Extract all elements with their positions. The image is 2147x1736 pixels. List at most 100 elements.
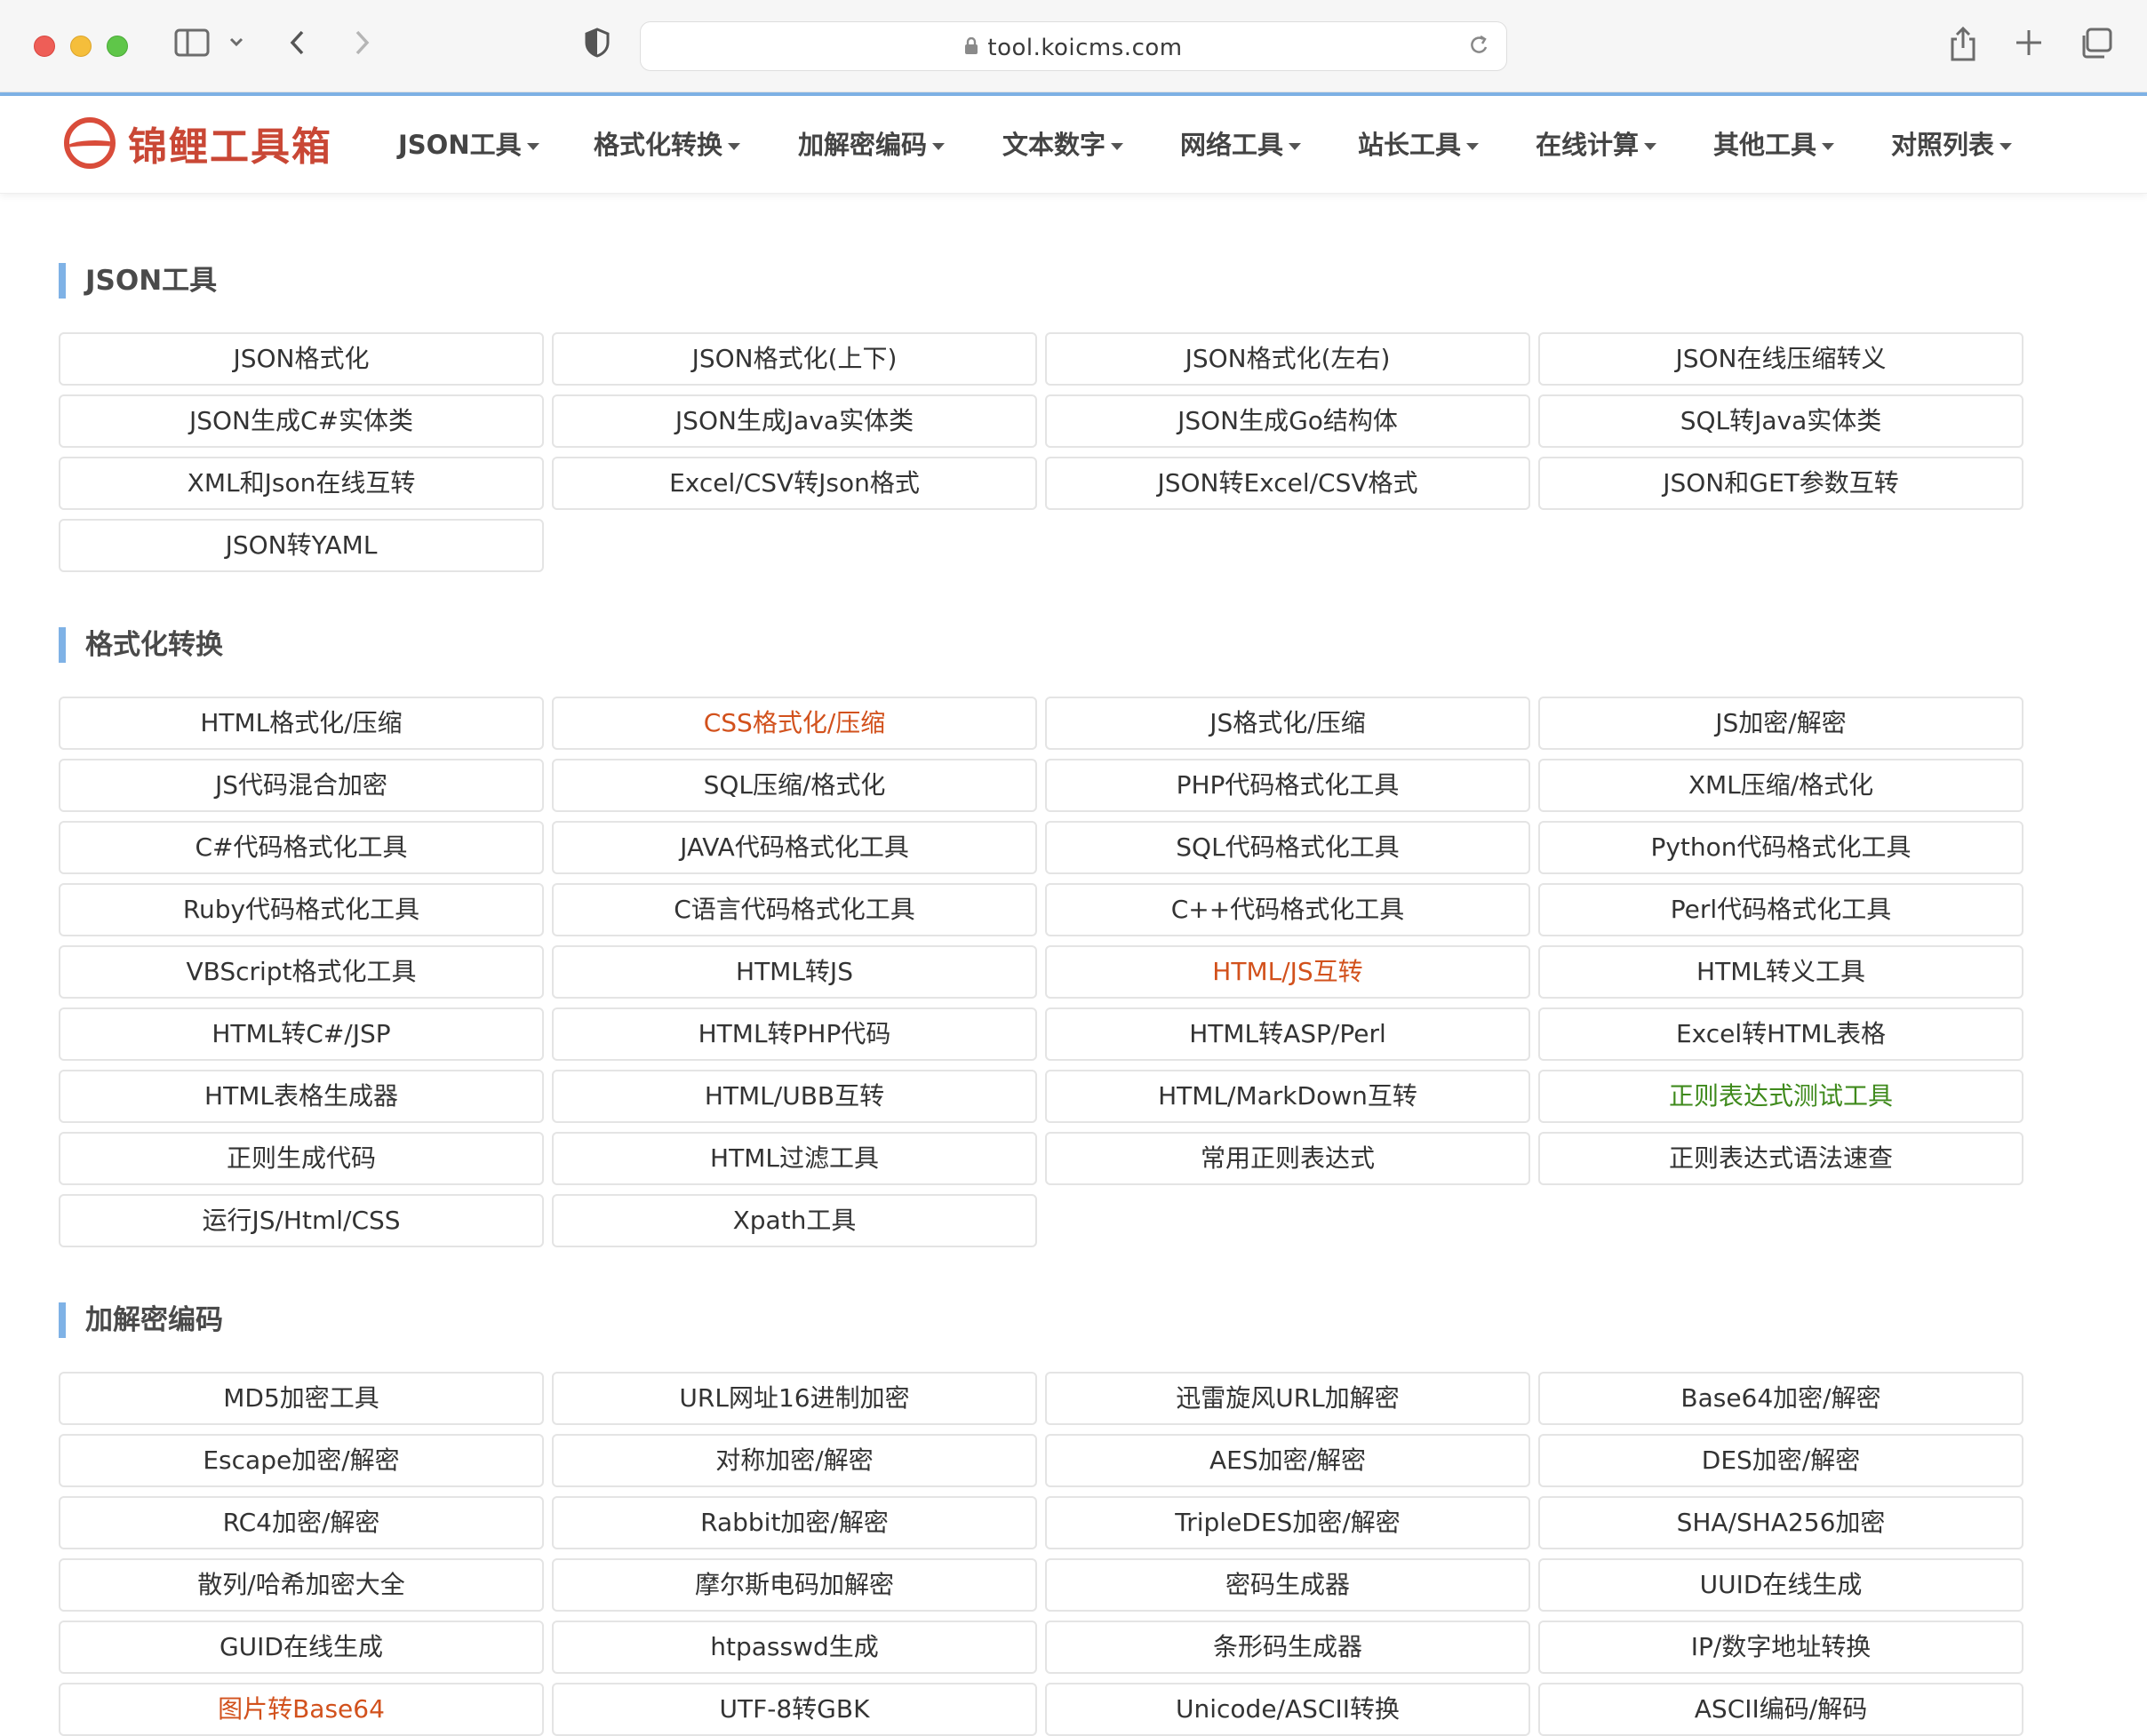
tool-link[interactable]: 条形码生成器 — [1045, 1621, 1530, 1674]
tool-link[interactable]: C#代码格式化工具 — [59, 821, 544, 874]
nav-item-json[interactable]: JSON工具 — [398, 124, 539, 162]
tool-link[interactable]: HTML转C#/JSP — [59, 1007, 544, 1061]
nav-item-format[interactable]: 格式化转换 — [594, 124, 741, 162]
tool-link[interactable]: SQL代码格式化工具 — [1045, 821, 1530, 874]
tool-link[interactable]: HTML格式化/压缩 — [59, 697, 544, 750]
shield-icon[interactable] — [583, 27, 611, 67]
tool-link[interactable]: UUID在线生成 — [1538, 1558, 2023, 1612]
tool-link[interactable]: DES加密/解密 — [1538, 1434, 2023, 1487]
tabs-overview-icon[interactable] — [2079, 27, 2113, 68]
tool-link[interactable]: CSS格式化/压缩 — [552, 697, 1037, 750]
tool-link[interactable]: JSON在线压缩转义 — [1538, 332, 2023, 386]
site-logo[interactable]: 锦鲤工具箱 — [64, 112, 332, 174]
tool-link[interactable]: C++代码格式化工具 — [1045, 883, 1530, 936]
tool-link[interactable]: JAVA代码格式化工具 — [552, 821, 1037, 874]
back-icon[interactable] — [286, 27, 309, 67]
tool-link[interactable]: 迅雷旋风URL加解密 — [1045, 1372, 1530, 1425]
tool-link[interactable]: 密码生成器 — [1045, 1558, 1530, 1612]
tool-link[interactable]: Ruby代码格式化工具 — [59, 883, 544, 936]
new-tab-icon[interactable] — [2014, 27, 2044, 67]
tool-link[interactable]: XML和Json在线互转 — [59, 457, 544, 510]
tool-link[interactable]: VBScript格式化工具 — [59, 945, 544, 999]
tool-link[interactable]: 常用正则表达式 — [1045, 1132, 1530, 1185]
chevron-down-icon[interactable] — [227, 27, 245, 67]
tool-link[interactable]: 正则表达式测试工具 — [1538, 1070, 2023, 1123]
tool-link[interactable]: MD5加密工具 — [59, 1372, 544, 1425]
tool-link[interactable]: HTML转JS — [552, 945, 1037, 999]
tool-link[interactable]: HTML过滤工具 — [552, 1132, 1037, 1185]
tool-link[interactable]: C语言代码格式化工具 — [552, 883, 1037, 936]
reload-icon[interactable] — [1467, 33, 1490, 64]
sidebar-toggle-icon[interactable] — [174, 27, 210, 67]
tool-link[interactable]: JS格式化/压缩 — [1045, 697, 1530, 750]
tool-link[interactable]: JSON转Excel/CSV格式 — [1045, 457, 1530, 510]
tool-link[interactable]: 正则表达式语法速查 — [1538, 1132, 2023, 1185]
tool-link[interactable]: HTML转义工具 — [1538, 945, 2023, 999]
tool-link[interactable]: JSON生成C#实体类 — [59, 394, 544, 448]
zoom-window-button[interactable] — [107, 36, 128, 57]
tool-link[interactable]: 运行JS/Html/CSS — [59, 1194, 544, 1247]
tool-link[interactable]: JSON生成Java实体类 — [552, 394, 1037, 448]
tool-link[interactable]: RC4加密/解密 — [59, 1496, 544, 1549]
tool-link[interactable]: SQL压缩/格式化 — [552, 759, 1037, 812]
tool-link[interactable]: Xpath工具 — [552, 1194, 1037, 1247]
site-header: 锦鲤工具箱 JSON工具 格式化转换 加解密编码 文本数字 网络工具 站长工具 … — [0, 96, 2147, 194]
tool-link[interactable]: XML压缩/格式化 — [1538, 759, 2023, 812]
tool-link[interactable]: HTML/MarkDown互转 — [1045, 1070, 1530, 1123]
nav-item-crypto[interactable]: 加解密编码 — [798, 124, 946, 162]
tool-link[interactable]: 图片转Base64 — [59, 1683, 544, 1736]
tool-link[interactable]: 摩尔斯电码加解密 — [552, 1558, 1037, 1612]
tool-link[interactable]: 散列/哈希加密大全 — [59, 1558, 544, 1612]
tool-link[interactable]: AES加密/解密 — [1045, 1434, 1530, 1487]
koi-logo-icon — [64, 117, 116, 169]
tool-link[interactable]: GUID在线生成 — [59, 1621, 544, 1674]
tool-link[interactable]: Excel/CSV转Json格式 — [552, 457, 1037, 510]
caret-down-icon — [1644, 143, 1657, 150]
tool-link[interactable]: Rabbit加密/解密 — [552, 1496, 1037, 1549]
nav-item-webmaster[interactable]: 站长工具 — [1358, 124, 1480, 162]
tool-link[interactable]: Base64加密/解密 — [1538, 1372, 2023, 1425]
tool-link[interactable]: TripleDES加密/解密 — [1045, 1496, 1530, 1549]
tool-link[interactable]: JSON格式化(上下) — [552, 332, 1037, 386]
nav-item-calculator[interactable]: 在线计算 — [1536, 124, 1657, 162]
tool-link[interactable]: htpasswd生成 — [552, 1621, 1037, 1674]
tool-link[interactable]: Excel转HTML表格 — [1538, 1007, 2023, 1061]
tool-link[interactable]: Python代码格式化工具 — [1538, 821, 2023, 874]
address-bar[interactable]: tool.koicms.com — [640, 21, 1507, 71]
caret-down-icon — [932, 143, 946, 150]
nav-item-text[interactable]: 文本数字 — [1002, 124, 1124, 162]
forward-icon[interactable] — [350, 27, 373, 67]
minimize-window-button[interactable] — [70, 36, 92, 57]
tool-link[interactable]: JSON和GET参数互转 — [1538, 457, 2023, 510]
tool-link[interactable]: Escape加密/解密 — [59, 1434, 544, 1487]
tool-link[interactable]: SHA/SHA256加密 — [1538, 1496, 2023, 1549]
tool-link[interactable]: UTF-8转GBK — [552, 1683, 1037, 1736]
tool-link[interactable]: JS代码混合加密 — [59, 759, 544, 812]
tool-link[interactable]: HTML转ASP/Perl — [1045, 1007, 1530, 1061]
tool-link[interactable]: 正则生成代码 — [59, 1132, 544, 1185]
tool-link[interactable]: ASCII编码/解码 — [1538, 1683, 2023, 1736]
tool-link[interactable]: URL网址16进制加密 — [552, 1372, 1037, 1425]
tool-link[interactable]: JSON格式化 — [59, 332, 544, 386]
tool-link[interactable]: HTML/UBB互转 — [552, 1070, 1037, 1123]
tool-link[interactable]: 对称加密/解密 — [552, 1434, 1037, 1487]
nav-item-other[interactable]: 其他工具 — [1713, 124, 1835, 162]
tool-link[interactable]: JSON生成Go结构体 — [1045, 394, 1530, 448]
tool-link[interactable]: PHP代码格式化工具 — [1045, 759, 1530, 812]
tool-link[interactable]: JS加密/解密 — [1538, 697, 2023, 750]
tool-link[interactable]: HTML表格生成器 — [59, 1070, 544, 1123]
tool-link[interactable]: SQL转Java实体类 — [1538, 394, 2023, 448]
tool-link[interactable]: HTML转PHP代码 — [552, 1007, 1037, 1061]
tool-link[interactable]: JSON转YAML — [59, 519, 544, 572]
nav-item-reference[interactable]: 对照列表 — [1891, 124, 2013, 162]
share-icon[interactable] — [1948, 26, 1978, 70]
tool-link[interactable]: JSON格式化(左右) — [1045, 332, 1530, 386]
tool-link[interactable]: Perl代码格式化工具 — [1538, 883, 2023, 936]
nav-item-network[interactable]: 网络工具 — [1180, 124, 1302, 162]
close-window-button[interactable] — [34, 36, 55, 57]
tool-link[interactable]: Unicode/ASCII转换 — [1045, 1683, 1530, 1736]
tool-link[interactable]: HTML/JS互转 — [1045, 945, 1530, 999]
tool-link[interactable]: IP/数字地址转换 — [1538, 1621, 2023, 1674]
caret-down-icon — [526, 143, 539, 150]
caret-down-icon — [1999, 143, 2013, 150]
